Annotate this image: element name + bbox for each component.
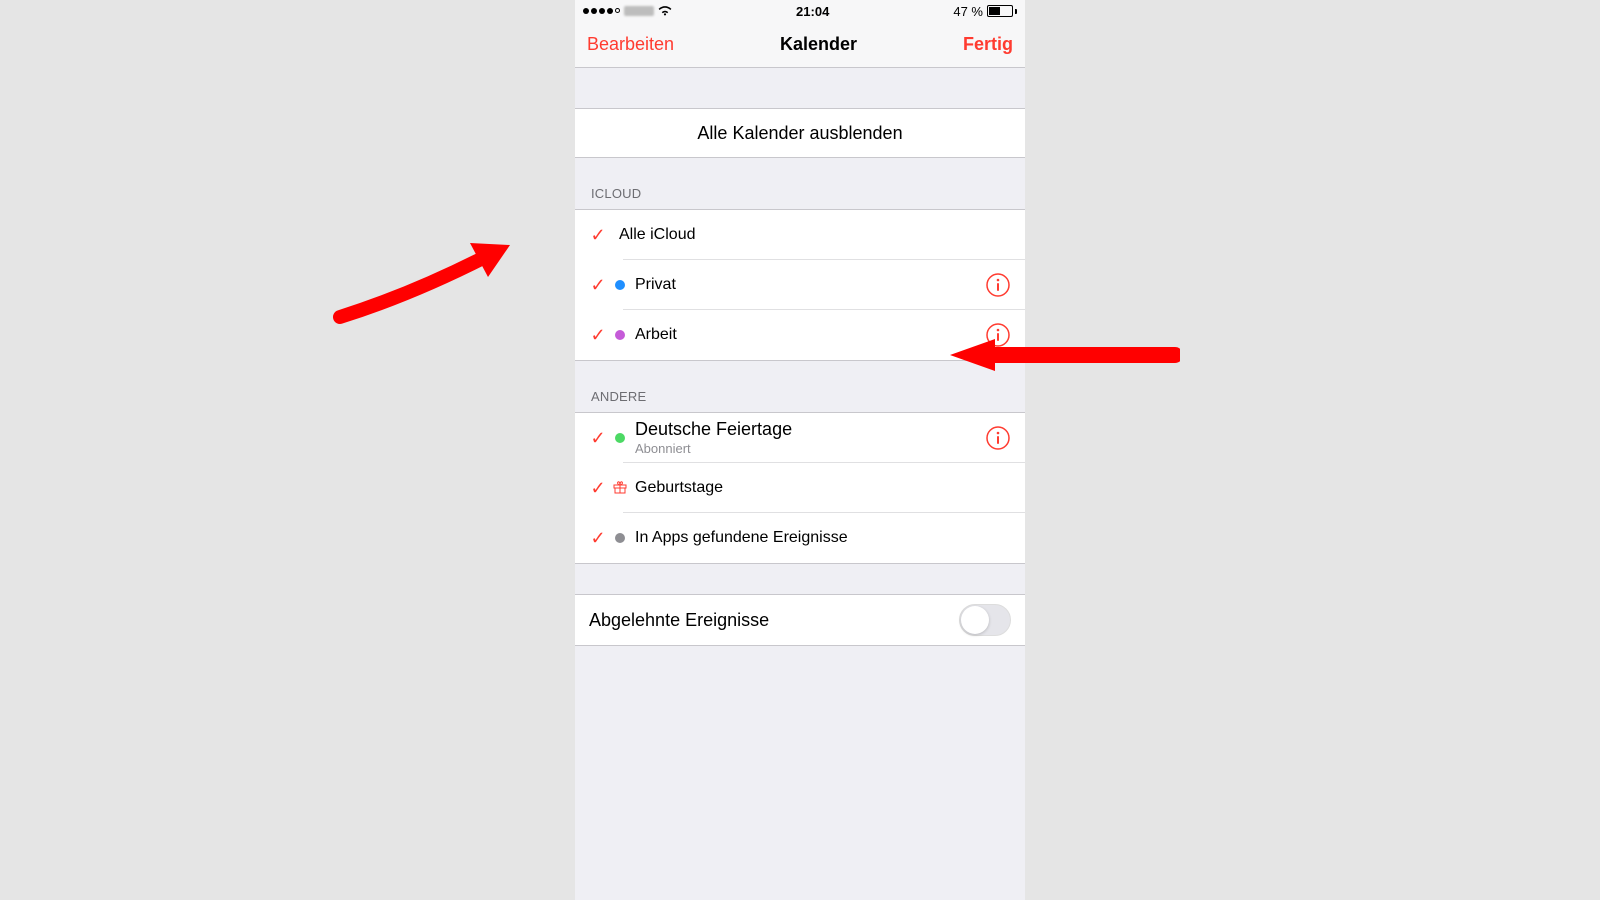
calendar-label: Geburtstage	[635, 479, 723, 497]
calendar-row-geburtstage[interactable]: ✓ Geburtstage	[575, 463, 1025, 513]
wifi-icon	[658, 4, 672, 19]
done-button[interactable]: Fertig	[963, 34, 1013, 55]
status-left	[583, 4, 672, 19]
section-header-icloud: ICLOUD	[575, 158, 1025, 209]
calendar-label: In Apps gefundene Ereignisse	[635, 529, 848, 547]
calendar-color-dot	[615, 330, 625, 340]
declined-events-label: Abgelehnte Ereignisse	[589, 610, 769, 631]
calendar-color-dot	[615, 433, 625, 443]
checkmark-icon: ✓	[587, 428, 609, 449]
calendar-row-privat[interactable]: ✓ Privat	[575, 260, 1025, 310]
battery-percentage: 47 %	[953, 4, 983, 19]
signal-strength-icon	[583, 8, 620, 14]
gift-icon	[613, 480, 627, 497]
status-time: 21:04	[796, 4, 829, 19]
status-bar: 21:04 47 %	[575, 0, 1025, 22]
carrier-name-blurred	[624, 6, 654, 16]
checkmark-icon: ✓	[587, 528, 609, 549]
page-title: Kalender	[780, 34, 857, 55]
calendar-label: Alle iCloud	[619, 226, 695, 244]
calendar-color-dot	[615, 533, 625, 543]
checkmark-icon: ✓	[587, 275, 609, 296]
calendar-row-feiertage[interactable]: ✓ Deutsche Feiertage Abonniert	[575, 413, 1025, 463]
hide-all-calendars-button[interactable]: Alle Kalender ausblenden	[575, 108, 1025, 158]
checkmark-icon: ✓	[587, 225, 609, 246]
battery-icon	[987, 5, 1017, 17]
checkmark-icon: ✓	[587, 478, 609, 499]
status-right: 47 %	[953, 4, 1017, 19]
checkmark-icon: ✓	[587, 325, 609, 346]
calendar-label: Arbeit	[635, 326, 677, 344]
nav-bar: Bearbeiten Kalender Fertig	[575, 22, 1025, 68]
section-header-andere: ANDERE	[575, 361, 1025, 412]
calendar-label: Privat	[635, 276, 676, 294]
calendar-row-in-apps[interactable]: ✓ In Apps gefundene Ereignisse	[575, 513, 1025, 563]
calendar-row-arbeit[interactable]: ✓ Arbeit	[575, 310, 1025, 360]
icloud-group: ✓ Alle iCloud ✓ Privat ✓ Arbeit	[575, 209, 1025, 361]
calendar-label: Deutsche Feiertage	[635, 419, 792, 441]
content-scroll[interactable]: Alle Kalender ausblenden ICLOUD ✓ Alle i…	[575, 68, 1025, 900]
calendar-row-all-icloud[interactable]: ✓ Alle iCloud	[575, 210, 1025, 260]
declined-events-row: Abgelehnte Ereignisse	[575, 594, 1025, 646]
edit-button[interactable]: Bearbeiten	[587, 34, 674, 55]
other-group: ✓ Deutsche Feiertage Abonniert ✓ Geburts…	[575, 412, 1025, 564]
info-icon[interactable]	[985, 425, 1011, 451]
phone-frame: 21:04 47 % Bearbeiten Kalender Fertig Al…	[575, 0, 1025, 900]
declined-events-toggle[interactable]	[959, 604, 1011, 636]
hide-all-label: Alle Kalender ausblenden	[697, 123, 902, 144]
info-icon[interactable]	[985, 322, 1011, 348]
annotation-arrow-left	[330, 235, 510, 325]
info-icon[interactable]	[985, 272, 1011, 298]
calendar-color-dot	[615, 280, 625, 290]
calendar-sublabel: Abonniert	[635, 441, 792, 457]
